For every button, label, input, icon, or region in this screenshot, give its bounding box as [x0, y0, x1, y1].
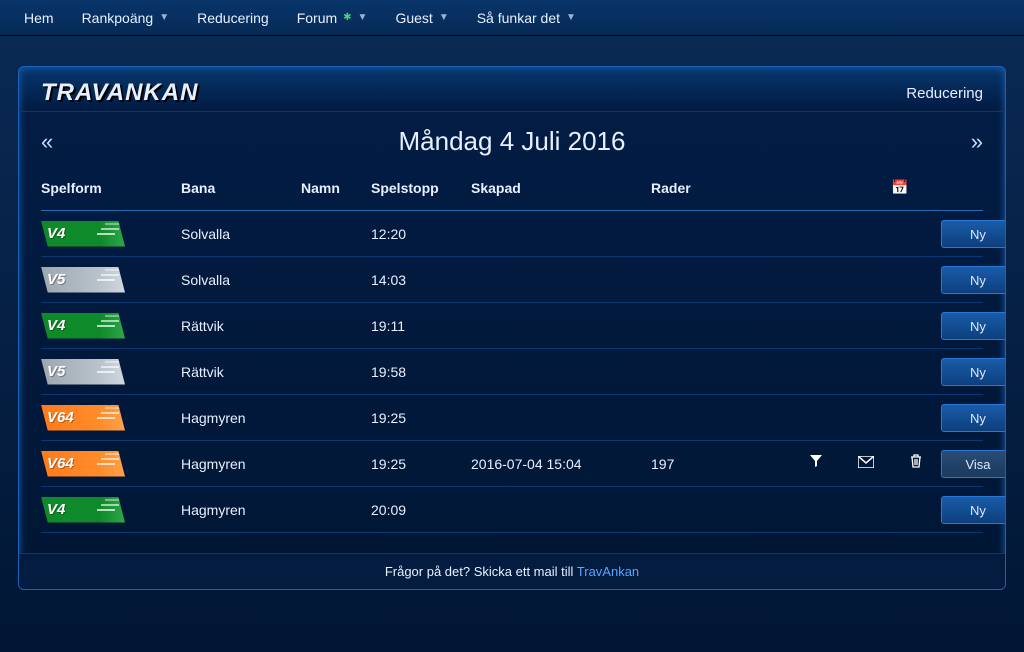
cell-spelstopp: 20:09 — [371, 502, 471, 518]
col-bana: Bana — [181, 180, 301, 196]
spelform-badge: V64 — [41, 451, 125, 477]
cell-bana: Hagmyren — [181, 502, 301, 518]
top-navbar: Hem Rankpoäng▼ Reducering Forum✱▼ Guest▼… — [0, 0, 1024, 36]
col-skapad: Skapad — [471, 180, 651, 196]
ny-button[interactable]: Ny — [941, 312, 1006, 340]
cell-spelstopp: 19:25 — [371, 456, 471, 472]
main-panel: TRAVANKAN Reducering « Måndag 4 Juli 201… — [18, 66, 1006, 590]
cell-spelstopp: 19:25 — [371, 410, 471, 426]
table-row: V4Solvalla12:20Ny — [41, 211, 983, 257]
chevron-down-icon: ▼ — [358, 12, 368, 23]
nav-rankpoang[interactable]: Rankpoäng▼ — [68, 2, 184, 34]
spelform-badge: V4 — [41, 221, 125, 247]
spelform-badge: V64 — [41, 405, 125, 431]
header-reducering-link[interactable]: Reducering — [906, 85, 983, 102]
visa-button[interactable]: Visa — [941, 450, 1006, 478]
races-table: Spelform Bana Namn Spelstopp Skapad Rade… — [19, 165, 1005, 553]
cell-spelstopp: 19:11 — [371, 318, 471, 334]
star-icon: ✱ — [343, 12, 351, 23]
chevron-down-icon: ▼ — [566, 12, 576, 23]
cell-rader: 197 — [651, 456, 741, 472]
footer-text: Frågor på det? Skicka ett mail till — [385, 564, 577, 579]
date-title: Måndag 4 Juli 2016 — [399, 126, 626, 157]
cell-bana: Rättvik — [181, 318, 301, 334]
filter-icon[interactable] — [791, 454, 841, 473]
spelform-badge: V5 — [41, 267, 125, 293]
table-row: V4Hagmyren20:09Ny — [41, 487, 983, 533]
spelform-badge: V4 — [41, 313, 125, 339]
table-row: V64Hagmyren19:25Ny — [41, 395, 983, 441]
ny-button[interactable]: Ny — [941, 358, 1006, 386]
cell-bana: Solvalla — [181, 226, 301, 242]
calendar-icon[interactable]: 📅 — [891, 179, 941, 196]
nav-guest[interactable]: Guest▼ — [381, 2, 462, 34]
cell-bana: Solvalla — [181, 272, 301, 288]
nav-hem[interactable]: Hem — [10, 2, 68, 34]
cell-spelstopp: 19:58 — [371, 364, 471, 380]
ny-button[interactable]: Ny — [941, 404, 1006, 432]
cell-skapad: 2016-07-04 15:04 — [471, 456, 651, 472]
panel-header: TRAVANKAN Reducering — [19, 67, 1005, 112]
site-logo: TRAVANKAN — [41, 79, 198, 107]
spelform-badge: V4 — [41, 497, 125, 523]
mail-icon[interactable] — [841, 455, 891, 473]
footer-link[interactable]: TravAnkan — [577, 564, 639, 579]
cell-bana: Hagmyren — [181, 410, 301, 426]
cell-spelstopp: 14:03 — [371, 272, 471, 288]
cell-spelstopp: 12:20 — [371, 226, 471, 242]
col-rader: Rader — [651, 180, 741, 196]
table-row: V64Hagmyren19:252016-07-04 15:04197Visa — [41, 441, 983, 487]
spelform-badge: V5 — [41, 359, 125, 385]
table-row: V5Rättvik19:58Ny — [41, 349, 983, 395]
ny-button[interactable]: Ny — [941, 496, 1006, 524]
ny-button[interactable]: Ny — [941, 220, 1006, 248]
trash-icon[interactable] — [891, 454, 941, 473]
col-spelform: Spelform — [41, 180, 181, 196]
next-day-button[interactable]: » — [971, 129, 983, 155]
table-header: Spelform Bana Namn Spelstopp Skapad Rade… — [41, 165, 983, 211]
chevron-down-icon: ▼ — [439, 12, 449, 23]
ny-button[interactable]: Ny — [941, 266, 1006, 294]
cell-bana: Hagmyren — [181, 456, 301, 472]
table-row: V4Rättvik19:11Ny — [41, 303, 983, 349]
nav-forum[interactable]: Forum✱▼ — [283, 2, 382, 34]
panel-footer: Frågor på det? Skicka ett mail till Trav… — [19, 553, 1005, 589]
nav-safunkar[interactable]: Så funkar det▼ — [463, 2, 590, 34]
chevron-down-icon: ▼ — [159, 12, 169, 23]
cell-bana: Rättvik — [181, 364, 301, 380]
table-row: V5Solvalla14:03Ny — [41, 257, 983, 303]
prev-day-button[interactable]: « — [41, 129, 53, 155]
col-namn: Namn — [301, 180, 371, 196]
nav-reducering[interactable]: Reducering — [183, 2, 283, 34]
col-spelstopp: Spelstopp — [371, 180, 471, 196]
date-row: « Måndag 4 Juli 2016 » — [19, 112, 1005, 165]
